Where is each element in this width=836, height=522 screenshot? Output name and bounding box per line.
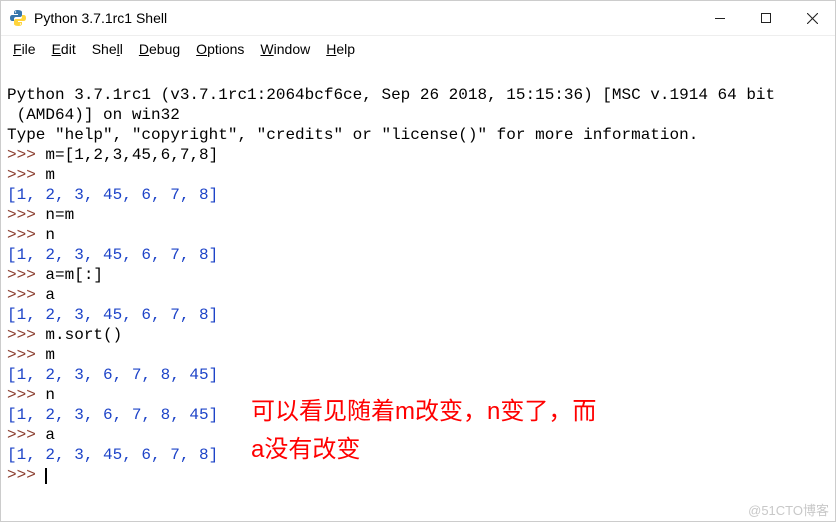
minimize-button[interactable] [697, 1, 743, 35]
maximize-button[interactable] [743, 1, 789, 35]
input-line: n [36, 386, 55, 404]
input-line [36, 466, 46, 484]
prompt: >>> [7, 426, 36, 444]
prompt: >>> [7, 226, 36, 244]
python-shell-window: Python 3.7.1rc1 Shell File Edit Shell De… [0, 0, 836, 522]
input-line: m [36, 346, 55, 364]
input-line: a [36, 426, 55, 444]
prompt: >>> [7, 466, 36, 484]
annotation-line: 可以看见随着m改变，n变了，而 [251, 393, 596, 431]
output-line: [1, 2, 3, 45, 6, 7, 8] [7, 306, 218, 324]
watermark: @51CTO博客 [748, 500, 829, 519]
output-line: [1, 2, 3, 6, 7, 8, 45] [7, 366, 218, 384]
prompt: >>> [7, 386, 36, 404]
prompt: >>> [7, 346, 36, 364]
menubar: File Edit Shell Debug Options Window Hel… [1, 36, 835, 62]
menu-debug[interactable]: Debug [131, 39, 188, 59]
text-cursor [45, 468, 47, 484]
output-line: [1, 2, 3, 45, 6, 7, 8] [7, 186, 218, 204]
annotation-text: 可以看见随着m改变，n变了，而 a没有改变 [251, 393, 596, 469]
input-line: a=m[:] [36, 266, 103, 284]
banner-line: Type "help", "copyright", "credits" or "… [7, 126, 698, 144]
menu-edit[interactable]: Edit [44, 39, 84, 59]
input-line: n=m [36, 206, 74, 224]
menu-options[interactable]: Options [188, 39, 252, 59]
close-button[interactable] [789, 1, 835, 35]
banner-line: Python 3.7.1rc1 (v3.7.1rc1:2064bcf6ce, S… [7, 86, 775, 104]
menu-help[interactable]: Help [318, 39, 363, 59]
prompt: >>> [7, 146, 36, 164]
output-line: [1, 2, 3, 45, 6, 7, 8] [7, 246, 218, 264]
menu-window[interactable]: Window [252, 39, 318, 59]
input-line: m.sort() [36, 326, 122, 344]
prompt: >>> [7, 286, 36, 304]
annotation-line: a没有改变 [251, 431, 596, 469]
menu-shell[interactable]: Shell [84, 39, 131, 59]
prompt: >>> [7, 326, 36, 344]
prompt: >>> [7, 166, 36, 184]
window-title: Python 3.7.1rc1 Shell [34, 10, 167, 26]
output-line: [1, 2, 3, 6, 7, 8, 45] [7, 406, 218, 424]
prompt: >>> [7, 266, 36, 284]
input-line: m [36, 166, 55, 184]
input-line: m=[1,2,3,45,6,7,8] [36, 146, 218, 164]
menu-file[interactable]: File [5, 39, 44, 59]
input-line: n [36, 226, 55, 244]
banner-line: (AMD64)] on win32 [7, 106, 180, 124]
output-line: [1, 2, 3, 45, 6, 7, 8] [7, 446, 218, 464]
python-icon [9, 9, 27, 27]
titlebar: Python 3.7.1rc1 Shell [1, 1, 835, 36]
prompt: >>> [7, 206, 36, 224]
input-line: a [36, 286, 55, 304]
